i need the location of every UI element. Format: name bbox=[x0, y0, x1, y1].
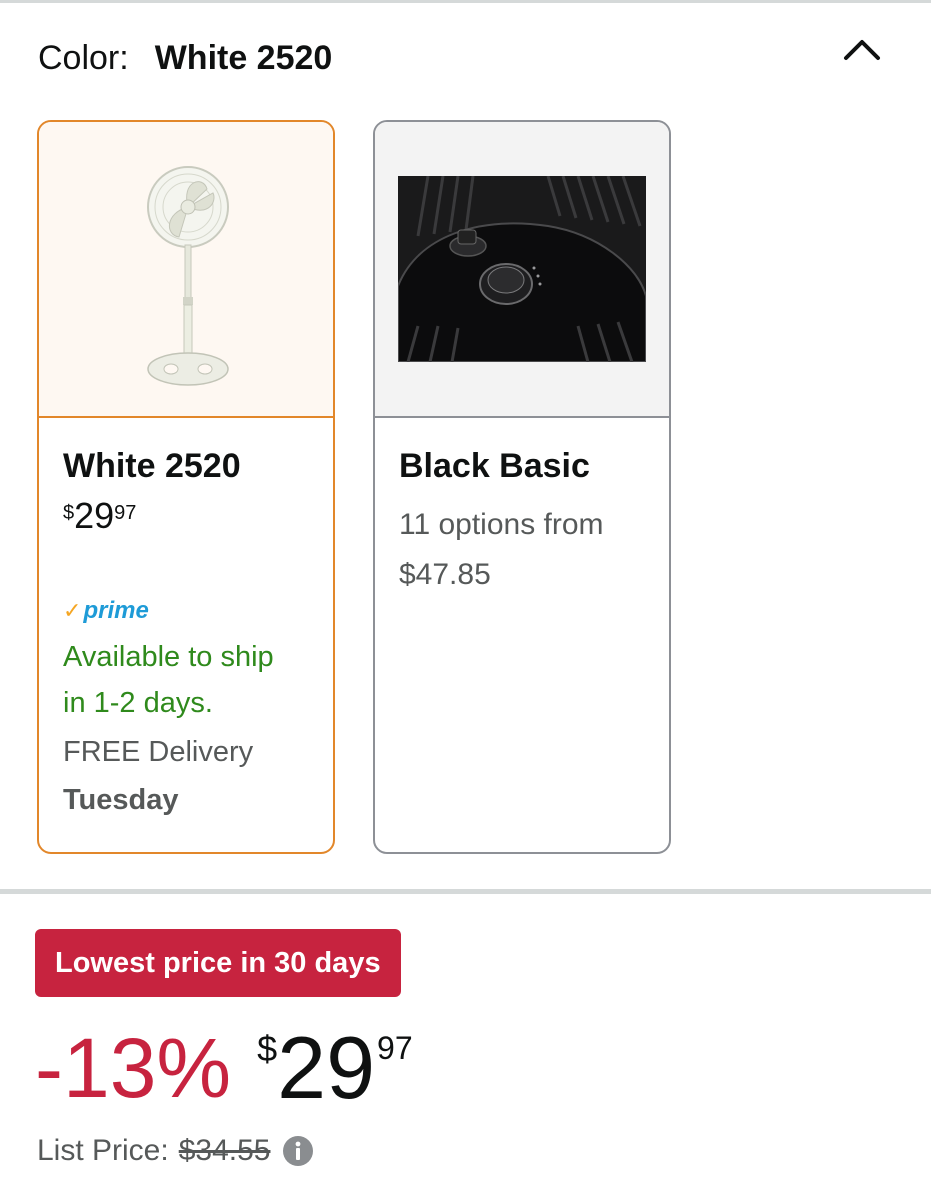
availability-text: Available to ship in 1-2 days. bbox=[63, 634, 309, 726]
options-count-text: 11 options from bbox=[399, 508, 604, 541]
prime-badge: ✓ prime bbox=[63, 596, 309, 626]
price-whole: 29 bbox=[74, 495, 115, 536]
availability-line: in 1-2 days. bbox=[63, 687, 213, 719]
deal-price-row: -13% $ 29 97 bbox=[35, 1020, 413, 1116]
swatch-image-white-fan bbox=[39, 122, 333, 418]
black-fan-closeup-image bbox=[398, 176, 646, 362]
price-currency-symbol: $ bbox=[257, 1028, 278, 1069]
variation-label: Color: bbox=[38, 38, 129, 77]
price-fraction: 97 bbox=[114, 502, 137, 524]
variation-selected-value: White 2520 bbox=[154, 38, 333, 77]
price-fraction: 97 bbox=[377, 1030, 413, 1066]
prime-label: prime bbox=[83, 597, 149, 624]
delivery-day: Tuesday bbox=[63, 784, 179, 816]
list-price-label: List Price: bbox=[37, 1134, 169, 1167]
prime-check-icon: ✓ bbox=[63, 598, 82, 623]
swatch-options: 11 options from $47.85 bbox=[399, 500, 645, 600]
top-divider bbox=[0, 0, 931, 3]
delivery-text: FREE Delivery bbox=[63, 736, 254, 768]
deal-price: $ 29 97 bbox=[257, 1020, 413, 1116]
swatch-title: White 2520 bbox=[63, 447, 241, 485]
list-price-amount: $34.55 bbox=[178, 1134, 271, 1167]
variation-header: Color: White 2520 bbox=[38, 36, 332, 80]
swatch-title: Black Basic bbox=[399, 447, 590, 485]
info-icon[interactable] bbox=[282, 1135, 314, 1167]
swatch-black-basic[interactable]: Black Basic 11 options from $47.85 bbox=[373, 120, 671, 854]
price-whole: 29 bbox=[277, 1018, 376, 1117]
chevron-up-icon[interactable] bbox=[840, 30, 884, 74]
list-price-row: List Price: $34.55 bbox=[37, 1128, 314, 1174]
swatch-price: $ 29 97 bbox=[63, 496, 309, 536]
swatch-white-2520[interactable]: White 2520 $ 29 97 ✓ prime Available to … bbox=[37, 120, 335, 854]
swatch-image-black-fan bbox=[375, 122, 669, 418]
options-from-price: $47.85 bbox=[399, 558, 491, 591]
price-currency-symbol: $ bbox=[63, 502, 75, 524]
availability-line: Available to ship bbox=[63, 641, 274, 673]
discount-percent: -13% bbox=[35, 1021, 232, 1115]
white-pedestal-fan-image bbox=[147, 166, 229, 386]
section-divider bbox=[0, 889, 931, 894]
deal-badge: Lowest price in 30 days bbox=[35, 929, 401, 997]
